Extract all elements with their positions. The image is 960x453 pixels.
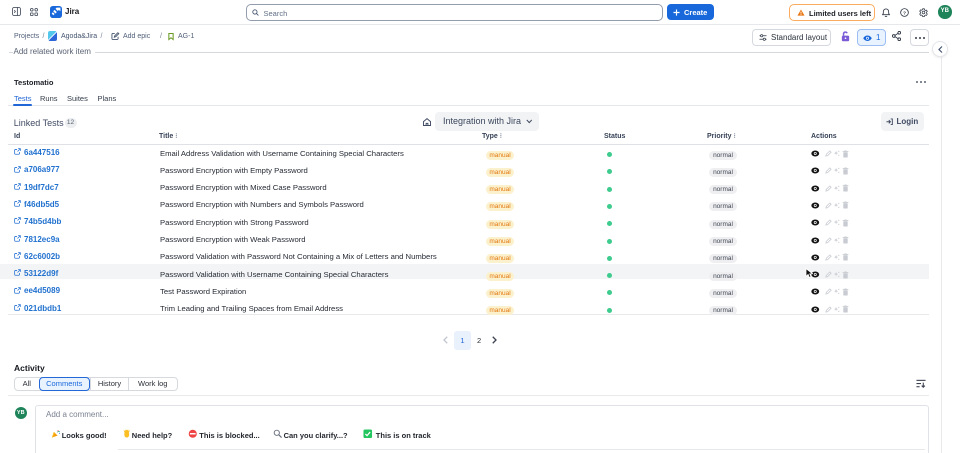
svg-text:?: ? bbox=[903, 10, 906, 16]
